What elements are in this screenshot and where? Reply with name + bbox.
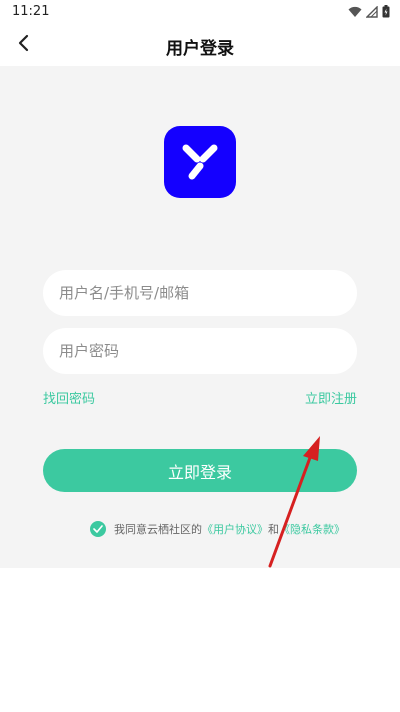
status-time: 11:21 (12, 4, 50, 19)
forgot-password-link[interactable]: 找回密码 (43, 388, 95, 407)
login-button[interactable]: 立即登录 (43, 449, 357, 492)
register-link[interactable]: 立即注册 (305, 388, 357, 407)
user-agreement-link[interactable]: 《用户协议》 (202, 521, 268, 537)
nav-bar: 用户登录 (0, 24, 400, 66)
status-bar: 11:21 (0, 0, 400, 24)
login-panel: 找回密码 立即注册 立即登录 我同意云栖社区的 《用户协议》 和 《隐私条款》 (0, 66, 400, 568)
battery-icon (382, 3, 390, 22)
wifi-icon (348, 3, 362, 22)
page-title: 用户登录 (166, 39, 234, 59)
app-logo-icon (178, 138, 222, 186)
password-input[interactable] (43, 328, 357, 374)
app-logo (164, 126, 236, 198)
agree-checkbox[interactable] (90, 521, 106, 537)
agreement-row: 我同意云栖社区的 《用户协议》 和 《隐私条款》 (90, 520, 345, 538)
agreement-conjunction: 和 (268, 523, 279, 536)
agreement-prefix: 我同意云栖社区的 (114, 523, 202, 536)
username-input[interactable] (43, 270, 357, 316)
check-icon (93, 525, 103, 533)
status-icons (348, 4, 390, 20)
privacy-policy-link[interactable]: 《隐私条款》 (279, 521, 345, 537)
signal-icon (365, 3, 378, 22)
